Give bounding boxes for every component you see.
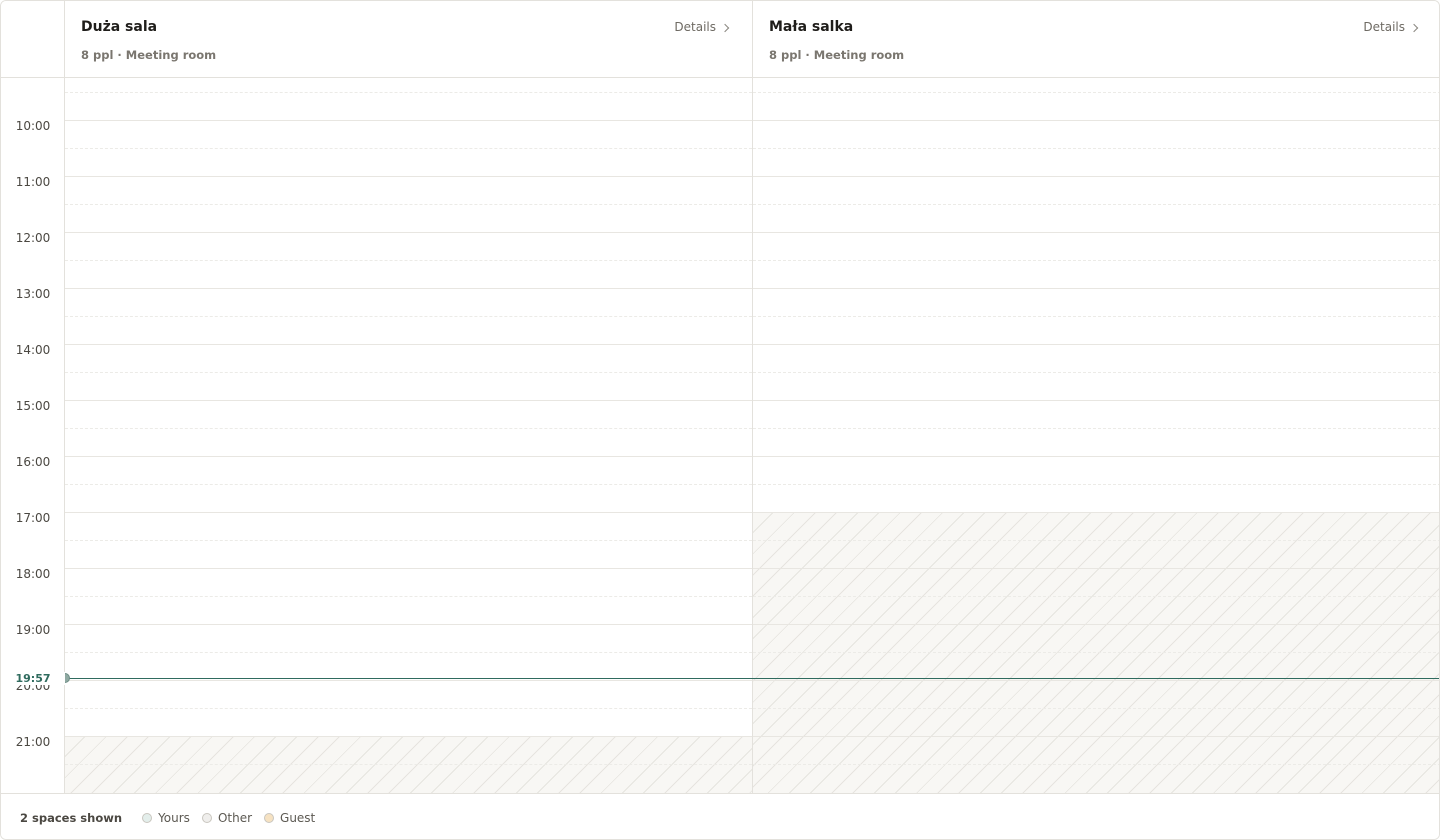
chevron-right-icon bbox=[720, 23, 730, 32]
hour-line bbox=[65, 624, 752, 625]
room-column-duza-sala[interactable] bbox=[65, 78, 753, 793]
footer-bar: 2 spaces shown Yours Other Guest bbox=[1, 793, 1439, 839]
header-corner bbox=[1, 1, 65, 78]
half-hour-line bbox=[65, 148, 752, 149]
time-label: 17:00 bbox=[15, 511, 51, 525]
half-hour-line bbox=[65, 372, 752, 373]
hour-line bbox=[753, 400, 1439, 401]
time-label: 19:00 bbox=[15, 623, 51, 637]
hour-line bbox=[65, 736, 752, 737]
hour-line bbox=[753, 232, 1439, 233]
hour-line bbox=[65, 120, 752, 121]
time-label: 21:00 bbox=[15, 735, 51, 749]
legend: Yours Other Guest bbox=[142, 811, 327, 825]
legend-label: Other bbox=[217, 810, 253, 825]
room-name: Duża sala bbox=[81, 19, 158, 35]
half-hour-line bbox=[753, 596, 1439, 597]
half-hour-line bbox=[65, 540, 752, 541]
room-name: Mała salka bbox=[769, 19, 854, 35]
hour-line bbox=[65, 512, 752, 513]
time-label: 12:00 bbox=[15, 231, 51, 245]
legend-item-yours: Yours bbox=[142, 811, 190, 825]
hour-line bbox=[65, 176, 752, 177]
calendar-frame: Duża sala 8 ppl · Meeting room Details M… bbox=[0, 0, 1440, 840]
hour-line bbox=[753, 456, 1439, 457]
hour-line bbox=[753, 288, 1439, 289]
hour-line bbox=[65, 232, 752, 233]
half-hour-line bbox=[65, 596, 752, 597]
time-label: 16:00 bbox=[15, 455, 51, 469]
legend-swatch bbox=[264, 812, 275, 823]
half-hour-line bbox=[753, 708, 1439, 709]
half-hour-line bbox=[65, 92, 752, 93]
hour-line bbox=[65, 680, 752, 681]
time-label: 13:00 bbox=[15, 287, 51, 301]
time-column: 09:0010:0011:0012:0013:0014:0015:0016:00… bbox=[1, 78, 65, 793]
hour-line bbox=[65, 400, 752, 401]
room-meta: 8 ppl · Meeting room bbox=[769, 48, 905, 62]
half-hour-line bbox=[753, 372, 1439, 373]
hour-line bbox=[65, 456, 752, 457]
room-header-duza-sala: Duża sala 8 ppl · Meeting room Details bbox=[65, 1, 753, 78]
half-hour-line bbox=[753, 428, 1439, 429]
half-hour-line bbox=[65, 764, 752, 765]
half-hour-line bbox=[65, 260, 752, 261]
half-hour-line bbox=[65, 708, 752, 709]
chevron-right-icon bbox=[1409, 23, 1419, 32]
half-hour-line bbox=[753, 484, 1439, 485]
legend-swatch bbox=[201, 812, 212, 823]
hour-line bbox=[65, 344, 752, 345]
legend-label: Guest bbox=[280, 810, 316, 825]
hour-line bbox=[753, 176, 1439, 177]
half-hour-line bbox=[753, 148, 1439, 149]
half-hour-line bbox=[753, 204, 1439, 205]
half-hour-line bbox=[753, 316, 1439, 317]
time-label: 11:00 bbox=[15, 175, 51, 189]
hour-line bbox=[753, 344, 1439, 345]
half-hour-line bbox=[65, 204, 752, 205]
room-header-mala-salka: Mała salka 8 ppl · Meeting room Details bbox=[753, 1, 1439, 78]
hour-line bbox=[753, 736, 1439, 737]
hour-line bbox=[65, 568, 752, 569]
schedule-grid: 09:0010:0011:0012:0013:0014:0015:0016:00… bbox=[1, 78, 1439, 793]
room-meta: 8 ppl · Meeting room bbox=[81, 48, 217, 62]
legend-item-other: Other bbox=[201, 810, 253, 825]
time-label: 15:00 bbox=[15, 399, 51, 413]
details-link[interactable]: Details bbox=[1363, 20, 1419, 34]
hour-line bbox=[753, 680, 1439, 681]
hour-line bbox=[753, 120, 1439, 121]
details-label: Details bbox=[1363, 20, 1405, 34]
current-time-line bbox=[65, 678, 1439, 679]
half-hour-line bbox=[65, 316, 752, 317]
hour-line bbox=[753, 512, 1439, 513]
half-hour-line bbox=[753, 764, 1439, 765]
hour-line bbox=[753, 624, 1439, 625]
time-label: 18:00 bbox=[15, 567, 51, 581]
hour-line bbox=[65, 288, 752, 289]
half-hour-line bbox=[65, 484, 752, 485]
legend-item-guest: Guest bbox=[264, 811, 315, 825]
half-hour-line bbox=[65, 428, 752, 429]
half-hour-line bbox=[753, 540, 1439, 541]
legend-label: Yours bbox=[158, 810, 190, 825]
half-hour-line bbox=[753, 652, 1439, 653]
hour-line bbox=[753, 568, 1439, 569]
time-label: 14:00 bbox=[15, 343, 51, 357]
room-column-mala-salka[interactable] bbox=[753, 78, 1439, 793]
time-label: 10:00 bbox=[15, 119, 51, 133]
half-hour-line bbox=[753, 92, 1439, 93]
details-link[interactable]: Details bbox=[674, 20, 730, 34]
half-hour-line bbox=[753, 260, 1439, 261]
half-hour-line bbox=[65, 652, 752, 653]
legend-swatch bbox=[142, 812, 153, 823]
current-time-label: 19:57 bbox=[1, 672, 65, 685]
spaces-shown-count: 2 spaces shown bbox=[20, 810, 123, 825]
details-label: Details bbox=[674, 20, 716, 34]
